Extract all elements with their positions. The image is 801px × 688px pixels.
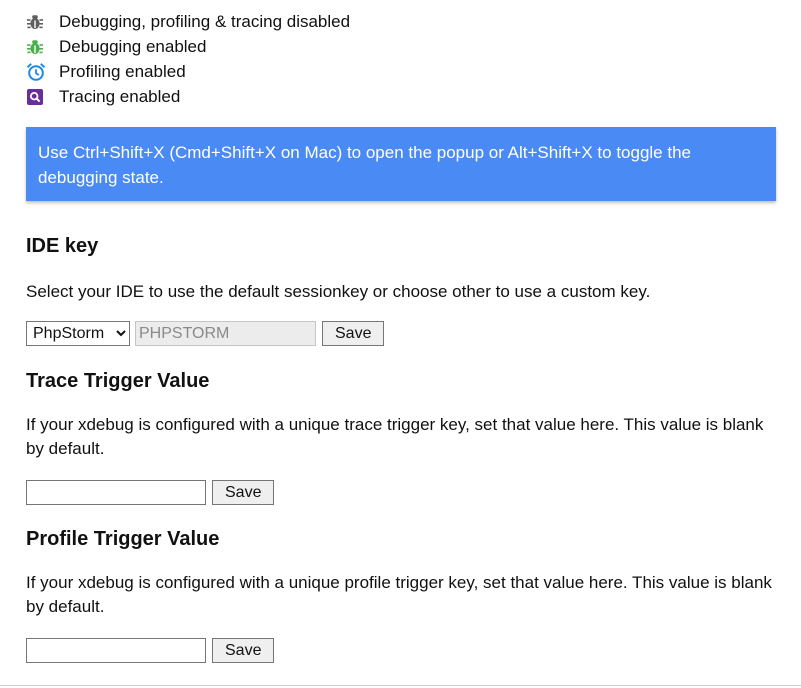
legend-label: Tracing enabled bbox=[59, 86, 181, 106]
ide-select[interactable]: PhpStorm bbox=[26, 321, 130, 346]
trace-trigger-save-button[interactable]: Save bbox=[212, 480, 275, 505]
trace-search-icon bbox=[26, 86, 48, 108]
ide-key-heading: IDE key bbox=[26, 235, 99, 257]
trace-trigger-heading: Trace Trigger Value bbox=[26, 370, 210, 392]
bottom-divider bbox=[0, 685, 801, 686]
shortcut-info-box: Use Ctrl+Shift+X (Cmd+Shift+X on Mac) to… bbox=[26, 127, 776, 201]
profile-trigger-description: If your xdebug is configured with a uniq… bbox=[26, 573, 772, 616]
legend-item-tracing: Tracing enabled bbox=[26, 84, 350, 109]
profile-trigger-input[interactable] bbox=[26, 638, 206, 663]
profile-trigger-save-button[interactable]: Save bbox=[212, 638, 275, 663]
trace-trigger-input[interactable] bbox=[26, 480, 206, 505]
ide-key-description: Select your IDE to use the default sessi… bbox=[26, 282, 651, 301]
legend-label: Debugging enabled bbox=[59, 36, 207, 56]
profile-trigger-row: Save bbox=[26, 638, 275, 663]
ide-key-save-button[interactable]: Save bbox=[322, 321, 385, 346]
bug-icon bbox=[26, 36, 48, 58]
legend-label: Profiling enabled bbox=[59, 61, 186, 81]
bug-icon bbox=[26, 11, 48, 33]
legend-item-profiling: Profiling enabled bbox=[26, 59, 350, 84]
legend-item-disabled: Debugging, profiling & tracing disabled bbox=[26, 9, 350, 34]
ide-key-input[interactable] bbox=[135, 321, 316, 346]
legend-label: Debugging, profiling & tracing disabled bbox=[59, 11, 351, 31]
legend-item-debugging: Debugging enabled bbox=[26, 34, 350, 59]
trace-trigger-row: Save bbox=[26, 480, 275, 505]
status-legend: Debugging, profiling & tracing disabled … bbox=[26, 9, 350, 109]
trace-trigger-description: If your xdebug is configured with a uniq… bbox=[26, 415, 764, 458]
alarm-clock-icon bbox=[26, 61, 48, 83]
profile-trigger-heading: Profile Trigger Value bbox=[26, 528, 220, 550]
ide-key-row: PhpStorm Save bbox=[26, 321, 385, 346]
